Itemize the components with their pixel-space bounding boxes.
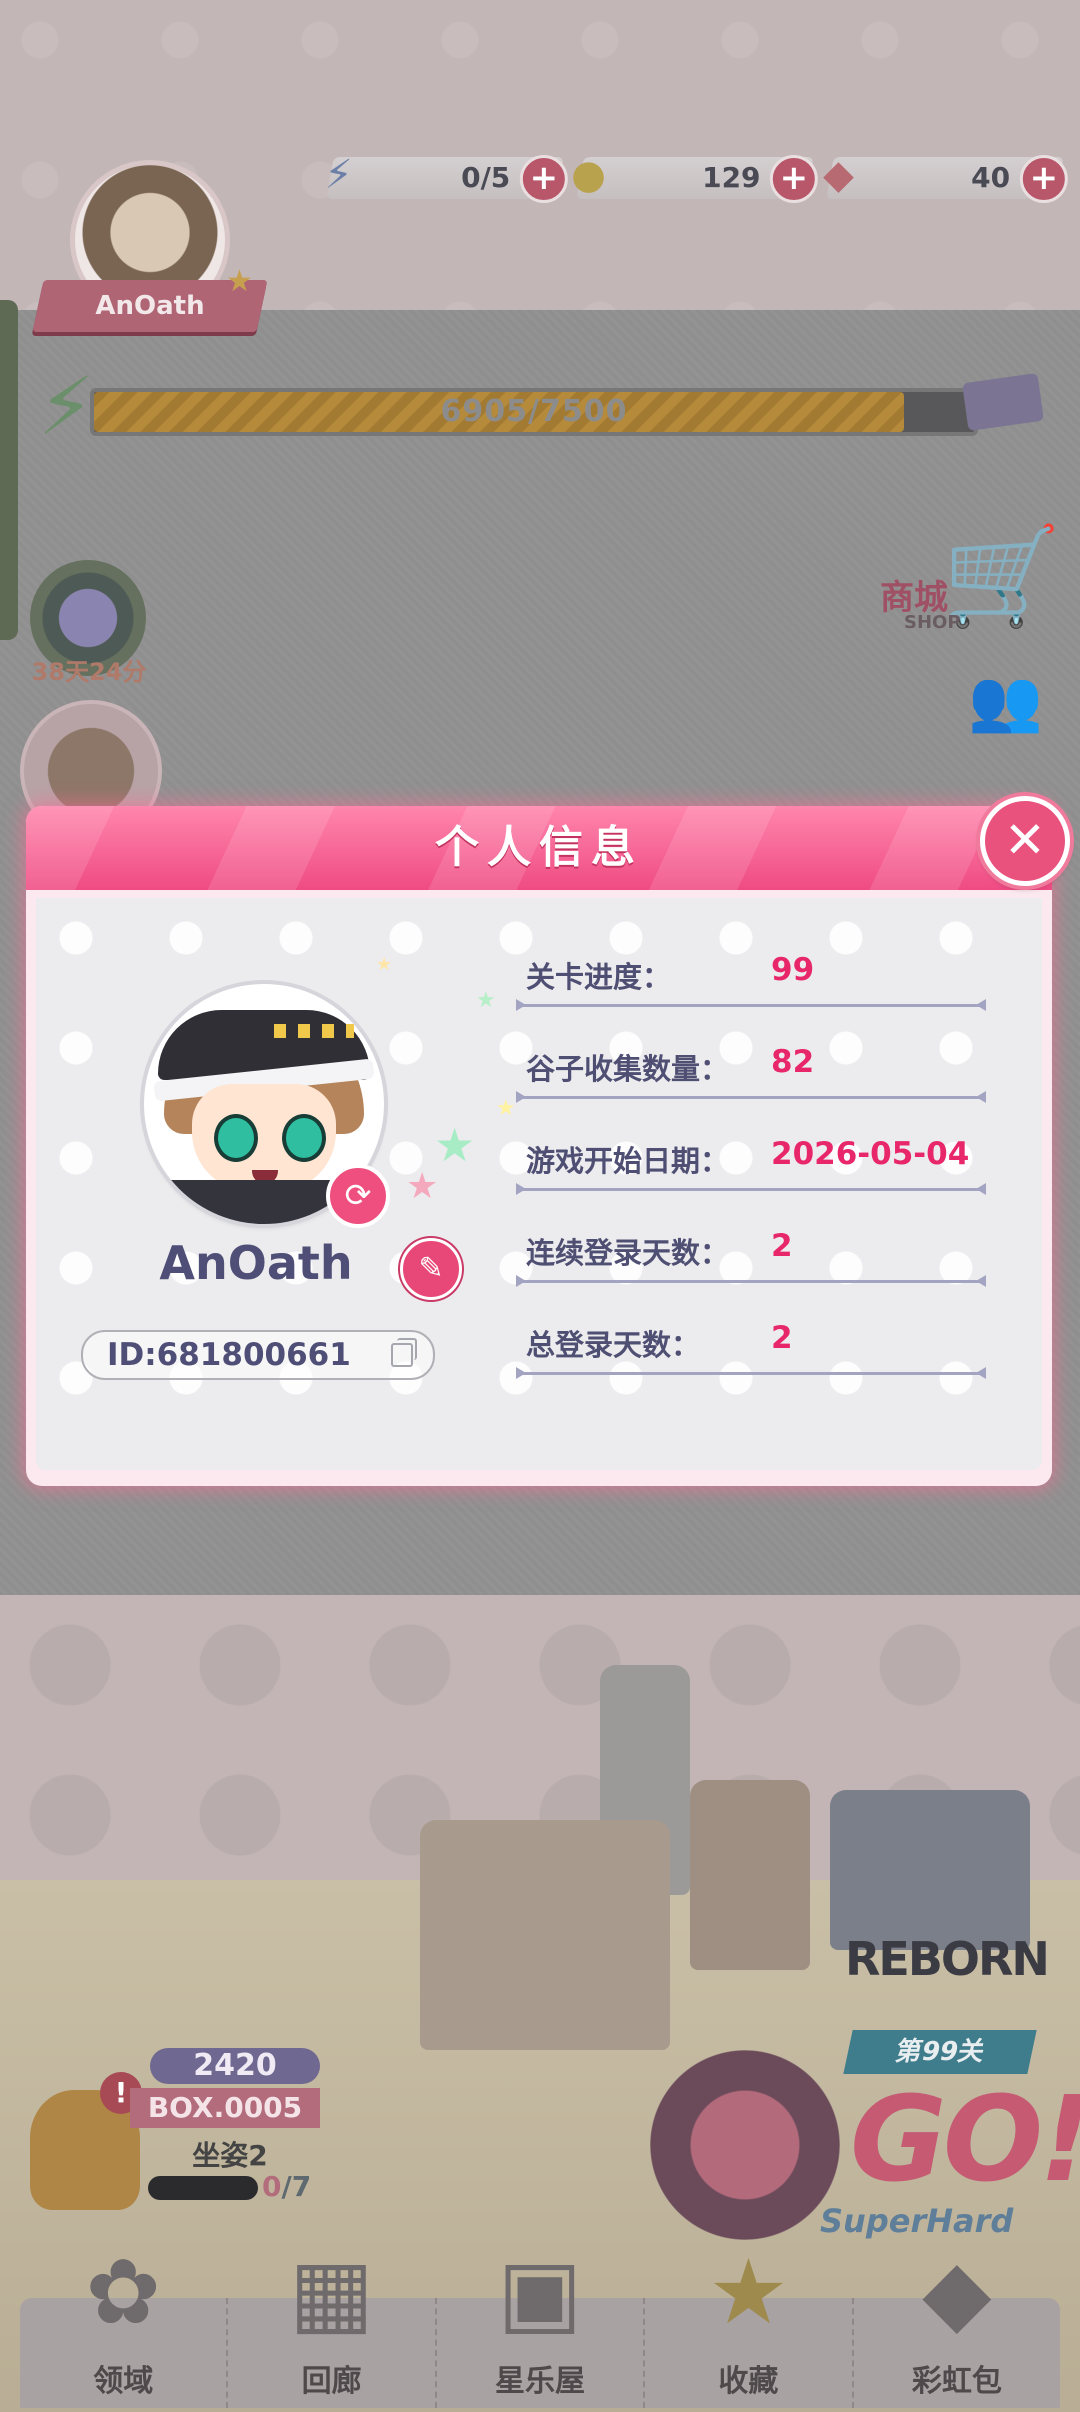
lightning-icon: ⚡ xyxy=(324,152,353,198)
pencil-icon: ✎ xyxy=(418,1251,444,1286)
nav-label: 收藏 xyxy=(718,2364,779,2399)
stage-go-button[interactable]: 第99关 GO! SuperHard xyxy=(650,2030,1080,2260)
character-figure xyxy=(690,1780,810,1970)
add-energy-button[interactable]: + xyxy=(519,155,568,203)
exp-bolt-icon: ⚡ xyxy=(38,360,95,453)
rainbow-pack-icon: ◆ xyxy=(922,2240,992,2345)
add-coins-button[interactable]: + xyxy=(769,155,818,203)
side-drawer-tab[interactable] xyxy=(0,300,18,640)
nav-item-gallery[interactable]: ▦ 回廊 xyxy=(228,2240,437,2408)
modal-body: ⟳ ★ ★ ★ ★ ★ AnOath ✎ ID:681800661 关卡进度： … xyxy=(36,898,1042,1470)
refresh-icon: ⟳ xyxy=(344,1176,372,1214)
nav-item-rainbow-pack[interactable]: ◆ 彩虹包 xyxy=(854,2240,1060,2408)
stat-divider xyxy=(516,1091,986,1103)
close-icon: ✕ xyxy=(1004,811,1046,869)
event-timer: 38天24分 xyxy=(31,658,147,686)
nav-item-star-house[interactable]: ▣ 星乐屋 xyxy=(437,2240,646,2408)
character-figure xyxy=(830,1790,1030,1950)
difficulty-label: SuperHard xyxy=(820,2202,1014,2240)
energy-value: 0/5 xyxy=(460,161,511,194)
box-count-total: /7 xyxy=(281,2170,312,2203)
gem-icon: ◆ xyxy=(823,152,854,198)
add-gems-button[interactable]: + xyxy=(1019,155,1068,203)
edit-name-button[interactable]: ✎ xyxy=(400,1238,462,1300)
stat-divider xyxy=(516,1183,986,1195)
star-house-icon: ▣ xyxy=(497,2240,583,2345)
reborn-logo: REBORN xyxy=(845,1932,1050,1986)
stat-divider xyxy=(516,1275,986,1287)
stat-label: 总登录天数： xyxy=(526,1328,701,1362)
bottom-nav: ✿ 领域 ▦ 回廊 ▣ 星乐屋 ★ 收藏 ◆ 彩虹包 xyxy=(20,2240,1060,2408)
stat-row-stage-progress: 关卡进度： 99 xyxy=(516,950,1006,1011)
stat-value: 82 xyxy=(771,1044,815,1080)
nav-item-domain[interactable]: ✿ 领域 xyxy=(20,2240,229,2408)
gem-counter: ◆ 40 + xyxy=(823,152,1068,203)
stat-row-total-logins: 总登录天数： 2 xyxy=(516,1318,1006,1379)
box-progress-bar xyxy=(148,2176,258,2200)
nav-label: 回廊 xyxy=(301,2364,362,2399)
stat-value: 2 xyxy=(771,1228,793,1264)
stat-row-collection-count: 谷子收集数量： 82 xyxy=(516,1042,1006,1103)
shop-sublabel: SHOP xyxy=(904,612,961,633)
avatar-eye xyxy=(214,1114,258,1162)
stat-label: 连续登录天数： xyxy=(526,1236,730,1270)
character-figure xyxy=(420,1820,670,2050)
copy-icon[interactable] xyxy=(391,1338,417,1367)
change-avatar-button[interactable]: ⟳ xyxy=(326,1164,390,1228)
box-score: 2420 xyxy=(150,2048,320,2084)
stat-row-login-streak: 连续登录天数： 2 xyxy=(516,1226,1006,1287)
stat-label: 谷子收集数量： xyxy=(526,1052,730,1086)
stage-character-icon xyxy=(650,2050,840,2240)
decor-star-icon: ★ xyxy=(376,954,393,975)
player-id-text: ID:681800661 xyxy=(107,1337,351,1373)
nav-label: 星乐屋 xyxy=(495,2364,586,2399)
decor-star-icon: ★ xyxy=(496,1096,516,1121)
stat-label: 游戏开始日期： xyxy=(526,1144,730,1178)
coin-counter: ● 129 + xyxy=(571,152,818,203)
coin-value: 129 xyxy=(701,161,761,194)
stat-divider xyxy=(516,1367,986,1379)
star-badge-icon: ★ xyxy=(226,264,253,299)
gallery-icon: ▦ xyxy=(289,2240,375,2345)
coin-icon: ● xyxy=(571,152,606,198)
profile-modal: 个人信息 ✕ ⟳ ★ ★ ★ ★ ★ AnOath ✎ ID:681800661… xyxy=(26,796,1070,1486)
nav-label: 彩虹包 xyxy=(911,2364,1002,2399)
nav-label: 领域 xyxy=(93,2364,154,2399)
stat-row-start-date: 游戏开始日期： 2026-05-04 xyxy=(516,1134,1006,1195)
stat-value: 2026-05-04 xyxy=(771,1136,970,1172)
stage-tag: 第99关 xyxy=(843,2030,1037,2074)
close-button[interactable]: ✕ xyxy=(980,796,1070,886)
box-count-current: 0 xyxy=(262,2170,282,2203)
gem-value: 40 xyxy=(971,161,1011,194)
box-name: 坐姿2 xyxy=(192,2139,268,2172)
profile-player-name: AnOath xyxy=(159,1236,353,1290)
nav-item-collection[interactable]: ★ 收藏 xyxy=(645,2240,854,2408)
modal-title: 个人信息 xyxy=(435,822,643,873)
avatar-eye xyxy=(282,1114,326,1162)
stat-divider xyxy=(516,999,986,1011)
stat-label: 关卡进度： xyxy=(526,960,672,994)
friends-icon[interactable]: 👥 xyxy=(968,665,1043,736)
star-icon: ★ xyxy=(708,2240,789,2345)
shop-button[interactable]: 🛒 商城 SHOP xyxy=(870,520,1062,640)
energy-counter: ⚡ 0/5 + xyxy=(324,152,568,203)
go-label: GO! xyxy=(850,2070,1080,2208)
player-id-field[interactable]: ID:681800661 xyxy=(81,1330,435,1380)
exp-progress-text: 6905/7500 xyxy=(440,394,628,429)
box-id: BOX.0005 xyxy=(130,2088,320,2128)
decor-star-icon: ★ xyxy=(434,1118,476,1172)
stat-value: 99 xyxy=(771,952,815,988)
box-count: 0/7 xyxy=(262,2170,311,2203)
decor-star-icon: ★ xyxy=(406,1166,439,1207)
exp-progress-bar: 6905/7500 xyxy=(90,388,978,436)
avatar-cap-stripe xyxy=(274,1024,354,1038)
stat-value: 2 xyxy=(771,1320,793,1356)
decor-star-icon: ★ xyxy=(476,988,496,1013)
modal-header: 个人信息 xyxy=(26,806,1052,890)
domain-icon: ✿ xyxy=(85,2240,161,2345)
